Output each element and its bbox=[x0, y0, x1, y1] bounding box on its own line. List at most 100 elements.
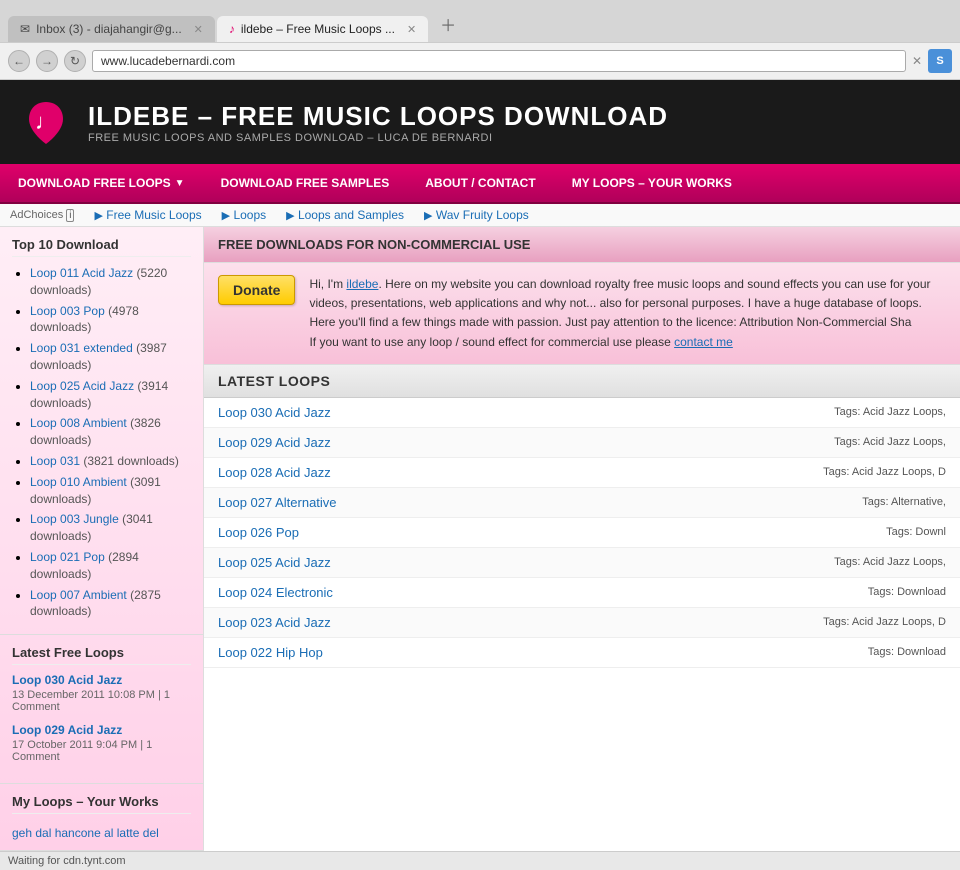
loop-meta: 13 December 2011 10:08 PM | 1 Comment bbox=[12, 689, 191, 713]
loop-name-link[interactable]: Loop 027 Alternative bbox=[218, 495, 337, 510]
my-loops-link[interactable]: geh dal hancone al latte del bbox=[12, 826, 159, 840]
url-clear-button[interactable]: ✕ bbox=[912, 54, 922, 68]
site-header: ♩ ILDEBE – FREE MUSIC LOOPS DOWNLOAD FRE… bbox=[0, 80, 960, 164]
donate-button-area: Donate bbox=[218, 275, 295, 305]
play-icon-4: ▶ bbox=[424, 210, 432, 222]
loop-name-link[interactable]: Loop 029 Acid Jazz bbox=[218, 435, 331, 450]
reload-button[interactable]: ↻ bbox=[64, 50, 86, 72]
loop-tags: Tags: Acid Jazz Loops, bbox=[834, 406, 946, 418]
loop-link[interactable]: Loop 025 Acid Jazz bbox=[30, 379, 134, 393]
loop-link[interactable]: Loop 007 Ambient bbox=[30, 588, 127, 602]
list-item: Loop 031 (3821 downloads) bbox=[30, 453, 191, 470]
ildebe-link[interactable]: ildebe bbox=[346, 277, 378, 291]
ad-link-loops[interactable]: ▶ Loops bbox=[222, 208, 267, 222]
table-row: Loop 030 Acid Jazz Tags: Acid Jazz Loops… bbox=[204, 398, 960, 428]
status-text: Waiting for cdn.tynt.com bbox=[8, 855, 126, 867]
donate-description: Hi, I'm ildebe. Here on my website you c… bbox=[309, 275, 946, 352]
tab-ildebe[interactable]: ♪ ildebe – Free Music Loops ... ✕ bbox=[217, 16, 428, 42]
donate-section: Donate Hi, I'm ildebe. Here on my websit… bbox=[204, 263, 960, 365]
list-item: Loop 031 extended (3987 downloads) bbox=[30, 340, 191, 374]
header-text: ILDEBE – FREE MUSIC LOOPS DOWNLOAD FREE … bbox=[88, 101, 668, 144]
url-input[interactable] bbox=[92, 50, 906, 72]
ad-link-loops-and-samples[interactable]: ▶ Loops and Samples bbox=[286, 208, 404, 222]
table-row: Loop 023 Acid Jazz Tags: Acid Jazz Loops… bbox=[204, 608, 960, 638]
nav-download-loops[interactable]: DOWNLOAD FREE LOOPS ▼ bbox=[0, 164, 203, 202]
donate-button[interactable]: Donate bbox=[218, 275, 295, 305]
gmail-tab-close[interactable]: ✕ bbox=[194, 23, 203, 36]
my-loops-sidebar-section: My Loops – Your Works geh dal hancone al… bbox=[0, 784, 203, 851]
gmail-favicon: ✉ bbox=[20, 22, 30, 36]
list-item: Loop 007 Ambient (2875 downloads) bbox=[30, 587, 191, 621]
loop-name-link[interactable]: Loop 028 Acid Jazz bbox=[218, 465, 331, 480]
top10-title: Top 10 Download bbox=[12, 237, 191, 257]
table-row: Loop 025 Acid Jazz Tags: Acid Jazz Loops… bbox=[204, 548, 960, 578]
nav-my-loops[interactable]: MY LOOPS – YOUR WORKS bbox=[554, 164, 750, 202]
ad-link-wav-fruity-loops[interactable]: ▶ Wav Fruity Loops bbox=[424, 208, 529, 222]
free-downloads-banner: FREE DOWNLOADS FOR NON-COMMERCIAL USE bbox=[204, 227, 960, 263]
back-button[interactable]: ← bbox=[8, 50, 30, 72]
nav-download-samples[interactable]: DOWNLOAD FREE SAMPLES bbox=[203, 164, 408, 202]
ildebe-tab-label: ildebe – Free Music Loops ... bbox=[241, 22, 395, 36]
loop-tags: Tags: Download bbox=[868, 646, 946, 658]
list-item: Loop 008 Ambient (3826 downloads) bbox=[30, 415, 191, 449]
ad-bar: AdChoices i ▶ Free Music Loops ▶ Loops ▶… bbox=[0, 204, 960, 227]
sidebar: Top 10 Download Loop 011 Acid Jazz (5220… bbox=[0, 227, 204, 851]
loop-name-link[interactable]: Loop 022 Hip Hop bbox=[218, 645, 323, 660]
loop-link[interactable]: Loop 003 Pop bbox=[30, 304, 105, 318]
table-row: Loop 024 Electronic Tags: Download bbox=[204, 578, 960, 608]
list-item: Loop 021 Pop (2894 downloads) bbox=[30, 549, 191, 583]
forward-button[interactable]: → bbox=[36, 50, 58, 72]
loop-link[interactable]: Loop 029 Acid Jazz bbox=[12, 723, 191, 737]
contact-link[interactable]: contact me bbox=[674, 335, 733, 349]
loop-link[interactable]: Loop 031 extended bbox=[30, 341, 133, 355]
new-tab-button[interactable]: ＋ bbox=[430, 6, 466, 42]
my-loops-title: My Loops – Your Works bbox=[12, 794, 191, 814]
loop-link[interactable]: Loop 030 Acid Jazz bbox=[12, 673, 191, 687]
list-item: Loop 029 Acid Jazz 17 October 2011 9:04 … bbox=[12, 723, 191, 763]
table-row: Loop 026 Pop Tags: Downl bbox=[204, 518, 960, 548]
loop-link[interactable]: Loop 021 Pop bbox=[30, 550, 105, 564]
ildebe-tab-close[interactable]: ✕ bbox=[407, 23, 416, 36]
tab-bar: ✉ Inbox (3) - diajahangir@g... ✕ ♪ ildeb… bbox=[0, 0, 960, 42]
list-item: Loop 030 Acid Jazz 13 December 2011 10:0… bbox=[12, 673, 191, 713]
gmail-tab-label: Inbox (3) - diajahangir@g... bbox=[36, 22, 182, 36]
play-icon-3: ▶ bbox=[286, 210, 294, 222]
table-row: Loop 029 Acid Jazz Tags: Acid Jazz Loops… bbox=[204, 428, 960, 458]
top10-list: Loop 011 Acid Jazz (5220 downloads) Loop… bbox=[12, 265, 191, 620]
play-icon-1: ▶ bbox=[94, 210, 102, 222]
play-icon-2: ▶ bbox=[222, 210, 230, 222]
ad-link-free-music-loops[interactable]: ▶ Free Music Loops bbox=[94, 208, 201, 222]
loop-tags: Tags: Acid Jazz Loops, D bbox=[823, 466, 946, 478]
tab-gmail[interactable]: ✉ Inbox (3) - diajahangir@g... ✕ bbox=[8, 16, 215, 42]
right-content: FREE DOWNLOADS FOR NON-COMMERCIAL USE Do… bbox=[204, 227, 960, 851]
browser-action-button[interactable]: S bbox=[928, 49, 952, 73]
site-logo: ♩ bbox=[20, 96, 72, 148]
loop-link[interactable]: Loop 031 bbox=[30, 454, 80, 468]
loop-meta: 17 October 2011 9:04 PM | 1 Comment bbox=[12, 739, 191, 763]
browser-chrome: ✉ Inbox (3) - diajahangir@g... ✕ ♪ ildeb… bbox=[0, 0, 960, 80]
loop-name-link[interactable]: Loop 023 Acid Jazz bbox=[218, 615, 331, 630]
list-item: Loop 003 Jungle (3041 downloads) bbox=[30, 511, 191, 545]
loop-name-link[interactable]: Loop 026 Pop bbox=[218, 525, 299, 540]
loop-tags: Tags: Alternative, bbox=[862, 496, 946, 508]
latest-loops-title: LATEST LOOPS bbox=[218, 373, 946, 389]
dropdown-arrow-icon: ▼ bbox=[175, 178, 185, 189]
list-item: Loop 003 Pop (4978 downloads) bbox=[30, 303, 191, 337]
loop-tags: Tags: Acid Jazz Loops, bbox=[834, 556, 946, 568]
list-item: Loop 011 Acid Jazz (5220 downloads) bbox=[30, 265, 191, 299]
nav-about[interactable]: ABOUT / CONTACT bbox=[407, 164, 553, 202]
latest-free-title: Latest Free Loops bbox=[12, 645, 191, 665]
loop-tags: Tags: Acid Jazz Loops, D bbox=[823, 616, 946, 628]
loop-link[interactable]: Loop 008 Ambient bbox=[30, 416, 127, 430]
loop-link[interactable]: Loop 011 Acid Jazz bbox=[30, 266, 133, 280]
loop-tags: Tags: Acid Jazz Loops, bbox=[834, 436, 946, 448]
loop-link[interactable]: Loop 003 Jungle bbox=[30, 512, 119, 526]
loop-link[interactable]: Loop 010 Ambient bbox=[30, 475, 127, 489]
latest-loops-header: LATEST LOOPS bbox=[204, 365, 960, 398]
table-row: Loop 027 Alternative Tags: Alternative, bbox=[204, 488, 960, 518]
loop-name-link[interactable]: Loop 030 Acid Jazz bbox=[218, 405, 331, 420]
loop-name-link[interactable]: Loop 024 Electronic bbox=[218, 585, 333, 600]
loop-name-link[interactable]: Loop 025 Acid Jazz bbox=[218, 555, 331, 570]
address-bar: ← → ↻ ✕ S bbox=[0, 42, 960, 80]
status-bar: Waiting for cdn.tynt.com bbox=[0, 851, 960, 870]
